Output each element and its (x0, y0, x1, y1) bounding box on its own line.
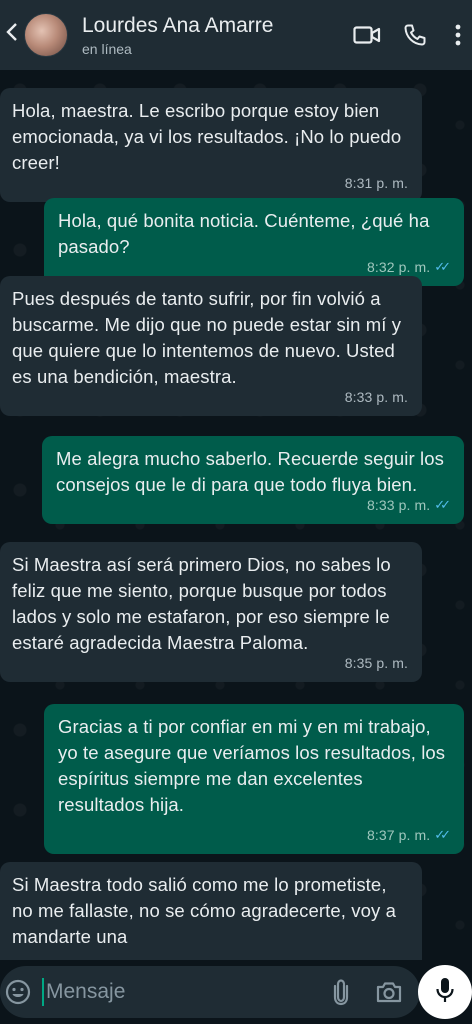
phone-call-icon[interactable] (400, 20, 430, 50)
message-text: Hola, qué bonita noticia. Cuénteme, ¿qué… (58, 210, 430, 257)
attach-icon[interactable] (324, 975, 358, 1009)
microphone-icon (435, 976, 455, 1009)
message-bubble-incoming[interactable]: Pues después de tanto sufrir, por fin vo… (0, 276, 422, 416)
message-meta: 8:35 p. m. (345, 650, 408, 676)
emoji-icon[interactable] (2, 976, 34, 1008)
message-text: Hola, maestra. Le escribo porque estoy b… (12, 100, 402, 173)
message-input-container[interactable] (0, 966, 420, 1018)
message-time: 8:37 p. m. (366, 827, 431, 843)
message-meta: 8:37 p. m. ✓✓ (366, 822, 451, 848)
back-arrow-icon[interactable] (4, 22, 18, 48)
message-meta: 8:33 p. m. (345, 384, 408, 410)
message-time: 8:31 p. m. (344, 175, 408, 191)
message-input[interactable] (42, 978, 324, 1006)
message-bubble-incoming[interactable]: Si Maestra así será primero Dios, no sab… (0, 542, 422, 682)
message-time: 8:35 p. m. (344, 655, 408, 671)
compose-bar (0, 960, 472, 1024)
more-options-icon[interactable] (448, 20, 468, 50)
chat-header: Lourdes Ana Amarre en línea (0, 0, 472, 70)
read-receipt-icon: ✓✓ (434, 497, 451, 512)
message-bubble-outgoing[interactable]: Me alegra mucho saberlo. Recuerde seguir… (42, 436, 464, 524)
message-meta: 8:31 p. m. (345, 170, 408, 196)
message-text: Gracias a ti por confiar en mi y en mi t… (58, 716, 446, 815)
message-bubble-outgoing[interactable]: Hola, qué bonita noticia. Cuénteme, ¿qué… (44, 198, 464, 286)
video-call-icon[interactable] (352, 20, 382, 50)
message-bubble-outgoing[interactable]: Gracias a ti por confiar en mi y en mi t… (44, 704, 464, 854)
camera-icon[interactable] (372, 975, 406, 1009)
message-time: 8:33 p. m. (366, 497, 431, 513)
message-bubble-incoming[interactable]: Hola, maestra. Le escribo porque estoy b… (0, 88, 422, 202)
message-text: Si Maestra así será primero Dios, no sab… (12, 554, 391, 653)
read-receipt-icon: ✓✓ (434, 827, 451, 842)
contact-info[interactable]: Lourdes Ana Amarre en línea (82, 13, 352, 58)
message-bubble-incoming[interactable]: Si Maestra todo salió como me lo prometi… (0, 862, 422, 960)
contact-status: en línea (82, 40, 132, 57)
mic-button[interactable] (418, 965, 472, 1019)
message-time: 8:33 p. m. (344, 389, 408, 405)
message-text: Me alegra mucho saberlo. Recuerde seguir… (56, 448, 444, 495)
message-text: Si Maestra todo salió como me lo prometi… (12, 874, 396, 947)
contact-name: Lourdes Ana Amarre (82, 13, 274, 37)
read-receipt-icon: ✓✓ (434, 259, 451, 274)
message-list[interactable]: Hola, maestra. Le escribo porque estoy b… (0, 70, 472, 960)
avatar[interactable] (24, 13, 68, 57)
message-text: Pues después de tanto sufrir, por fin vo… (12, 288, 402, 387)
message-meta: 8:33 p. m. ✓✓ (366, 492, 451, 518)
